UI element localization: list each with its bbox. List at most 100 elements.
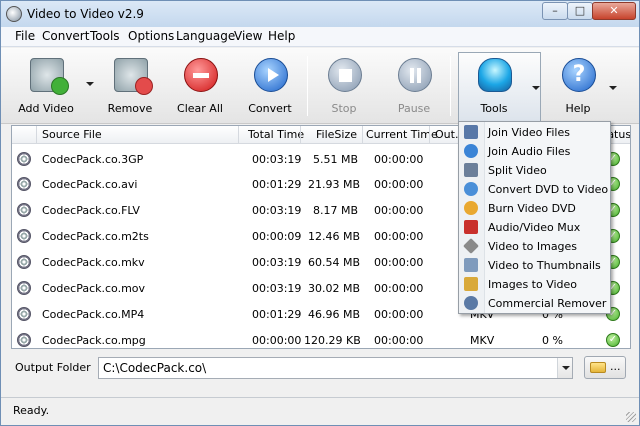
current-time-cell: 00:00:00: [374, 153, 424, 166]
menu-language[interactable]: Language: [175, 29, 236, 43]
dvd-convert-icon: [464, 182, 478, 196]
film-reel-icon: [17, 333, 31, 347]
browse-dots-label: ...: [610, 360, 621, 373]
menu-item-video-to-thumbnails[interactable]: Video to Thumbnails: [459, 256, 610, 275]
output-folder-input[interactable]: C:\CodecPack.co\: [98, 357, 573, 379]
film-reel-icon: [17, 229, 31, 243]
menu-convert[interactable]: Convert: [41, 29, 90, 43]
output-folder-label: Output Folder: [15, 361, 91, 374]
browse-folder-button[interactable]: ...: [584, 356, 626, 379]
film-reel-icon: [17, 281, 31, 295]
header-output[interactable]: Out.: [435, 128, 458, 141]
close-button[interactable]: ✕: [592, 2, 636, 20]
menu-item-convert-dvd-to-video[interactable]: Convert DVD to Video: [459, 180, 610, 199]
join-video-icon: [464, 125, 478, 139]
pause-icon: [398, 58, 432, 92]
current-time-cell: 00:00:00: [374, 178, 424, 191]
menu-options[interactable]: Options: [127, 29, 175, 43]
tools-dropdown-arrow-icon[interactable]: [532, 86, 540, 90]
film-reel-icon: [17, 177, 31, 191]
clear-all-button[interactable]: Clear All: [165, 52, 235, 120]
total-time-cell: 00:01:29: [252, 178, 302, 191]
convert-button[interactable]: Convert: [235, 52, 305, 120]
menu-item-label: Video to Images: [488, 240, 578, 253]
menu-item-split-video[interactable]: Split Video: [459, 161, 610, 180]
current-time-cell: 00:00:00: [374, 204, 424, 217]
menu-item-commercial-remover[interactable]: Commercial Remover: [459, 294, 610, 313]
filesize-cell: 120.29 KB: [304, 334, 361, 347]
column-divider: [429, 126, 430, 144]
video-images-icon: [463, 238, 479, 254]
header-total-time[interactable]: Total Time: [248, 128, 304, 141]
filesize-cell: 12.46 MB: [308, 230, 361, 243]
pause-label: Pause: [397, 102, 431, 115]
remove-button[interactable]: Remove: [95, 52, 165, 120]
help-button[interactable]: ? Help: [543, 52, 613, 120]
source-file-cell: CodecPack.co.3GP: [42, 153, 144, 166]
stop-label: Stop: [331, 102, 357, 115]
film-reel-icon: [17, 255, 31, 269]
header-source-file[interactable]: Source File: [42, 128, 102, 141]
output-format-cell: MKV: [470, 334, 495, 347]
stop-button[interactable]: Stop: [309, 52, 379, 120]
header-filesize[interactable]: FileSize: [316, 128, 357, 141]
current-time-cell: 00:00:00: [374, 334, 424, 347]
dvd-burn-icon: [464, 201, 478, 215]
source-file-cell: CodecPack.co.mpg: [42, 334, 146, 347]
menu-view[interactable]: View: [233, 29, 263, 43]
table-row[interactable]: CodecPack.co.mpg 00:00:00 120.29 KB 00:0…: [12, 328, 630, 348]
column-divider: [238, 126, 239, 144]
help-dropdown-arrow-icon[interactable]: [609, 86, 617, 90]
source-file-cell: CodecPack.co.m2ts: [42, 230, 149, 243]
remove-label: Remove: [107, 102, 153, 115]
output-folder-dropdown-button[interactable]: [557, 358, 572, 378]
images-video-icon: [464, 277, 478, 291]
status-ok-icon: ✓: [606, 333, 620, 347]
menu-item-label: Commercial Remover: [488, 297, 607, 310]
maximize-button[interactable]: □: [567, 2, 593, 20]
menu-item-video-to-images[interactable]: Video to Images: [459, 237, 610, 256]
menu-bar: File Convert Tools Options Language View…: [1, 27, 639, 47]
menu-item-join-audio-files[interactable]: Join Audio Files: [459, 142, 610, 161]
menu-item-images-to-video[interactable]: Images to Video: [459, 275, 610, 294]
menu-item-label: Split Video: [488, 164, 547, 177]
menu-item-burn-video-dvd[interactable]: Burn Video DVD: [459, 199, 610, 218]
menu-item-label: Audio/Video Mux: [488, 221, 581, 234]
status-bar: Ready.: [1, 397, 639, 425]
pause-button[interactable]: Pause: [379, 52, 449, 120]
menu-item-audio-video-mux[interactable]: Audio/Video Mux: [459, 218, 610, 237]
tools-label: Tools: [480, 102, 508, 115]
folder-icon: [590, 362, 606, 373]
help-label: Help: [565, 102, 591, 115]
filesize-cell: 8.17 MB: [313, 204, 359, 217]
help-icon: ?: [562, 58, 596, 92]
tools-button[interactable]: Tools: [459, 52, 529, 120]
column-divider: [36, 126, 37, 144]
join-audio-icon: [464, 144, 478, 158]
menu-item-join-video-files[interactable]: Join Video Files: [459, 123, 610, 142]
current-time-cell: 00:00:00: [374, 256, 424, 269]
add-video-dropdown-arrow-icon[interactable]: [86, 82, 94, 86]
menu-item-label: Join Video Files: [488, 126, 570, 139]
total-time-cell: 00:03:19: [252, 153, 302, 166]
play-icon: [254, 58, 288, 92]
scissors-icon: [464, 296, 478, 310]
title-bar[interactable]: Video to Video v2.9 – □ ✕: [1, 1, 639, 27]
filesize-cell: 30.02 MB: [308, 282, 361, 295]
menu-help[interactable]: Help: [267, 29, 296, 43]
total-time-cell: 00:01:29: [252, 308, 302, 321]
minimize-button[interactable]: –: [542, 2, 568, 20]
film-reel-icon: [17, 203, 31, 217]
resize-grip-icon[interactable]: [626, 412, 636, 422]
thumbnails-icon: [464, 258, 478, 272]
menu-file[interactable]: File: [14, 29, 36, 43]
app-window: Video to Video v2.9 – □ ✕ File Convert T…: [0, 0, 640, 426]
filesize-cell: 60.54 MB: [308, 256, 361, 269]
convert-label: Convert: [248, 102, 292, 115]
add-video-button[interactable]: Add Video: [11, 52, 81, 120]
progress-cell: 0 %: [542, 334, 563, 347]
app-logo-icon: [6, 6, 22, 22]
header-current-time[interactable]: Current Time: [366, 128, 438, 141]
source-file-cell: CodecPack.co.mkv: [42, 256, 145, 269]
menu-tools[interactable]: Tools: [89, 29, 121, 43]
